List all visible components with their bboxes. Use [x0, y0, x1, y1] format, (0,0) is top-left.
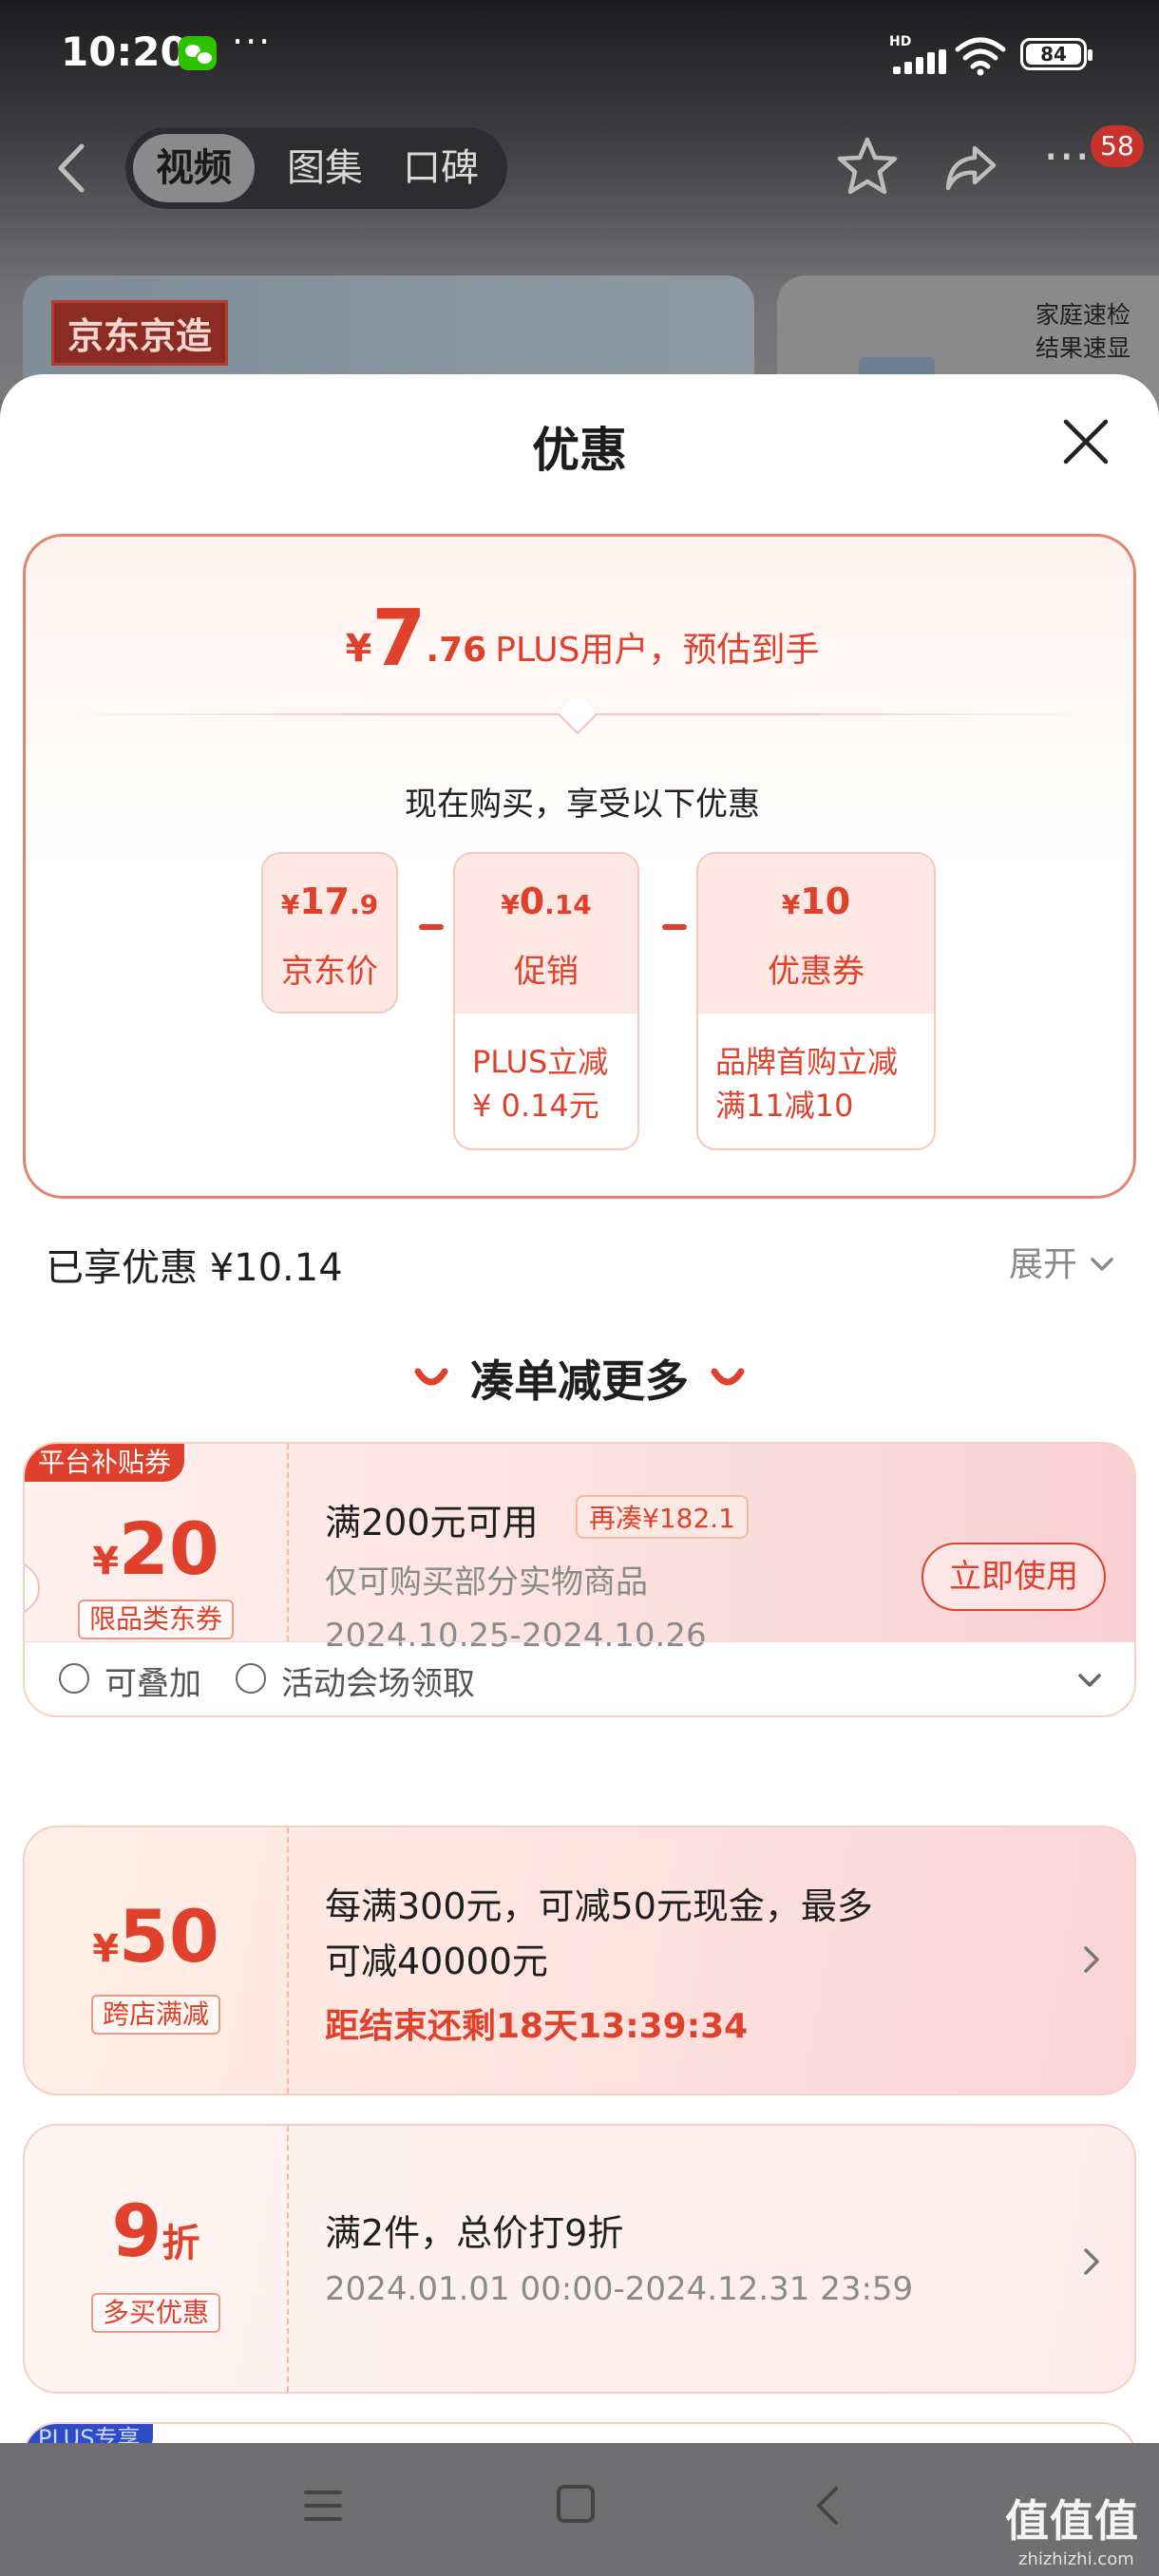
discount-rule-line-1: 每满300元，可减50元现金，最多 [325, 1885, 873, 1927]
chevron-right-icon[interactable] [1083, 2247, 1100, 2276]
battery-level: 84 [1026, 44, 1081, 65]
coupon-category-tag: 限品类东券 [77, 1600, 235, 1639]
stackable-icon [59, 1663, 89, 1694]
back-icon[interactable] [809, 2485, 847, 2527]
minus-sign [662, 924, 687, 930]
side-text-line-2: 结果速显 [1035, 334, 1130, 362]
enjoyed-discount-total: 已享优惠 ¥10.14 [46, 1246, 343, 1290]
price-estimate-card: ¥7.76 PLUS用户，预估到手 现在购买，享受以下优惠 ¥17.9 京东价 … [23, 534, 1136, 1199]
chevron-down-icon[interactable] [1089, 1256, 1115, 1273]
price-integer: 7 [371, 594, 427, 684]
price-note: PLUS用户，预估到手 [495, 631, 820, 670]
tab-gallery[interactable]: 图集 [268, 134, 382, 202]
battery-icon: 84 [1020, 38, 1092, 70]
home-icon[interactable] [557, 2485, 595, 2523]
media-tab-group: 视频 图集 口碑 [125, 127, 507, 209]
discount-rule-line-2: 可减40000元 [325, 1941, 548, 1982]
remaining-amount-badge: 再凑¥182.1 [576, 1495, 749, 1539]
platform-subsidy-ribbon: 平台补贴券 [25, 1444, 185, 1482]
platform-subsidy-coupon[interactable]: ¥20 限品类东券 满200元可用 再凑¥182.1 仅可购买部分实物商品 20… [23, 1442, 1136, 1717]
chip-value: ¥0.14 [501, 881, 592, 922]
coupon-chip: ¥10 优惠券 品牌首购立减 满11减10 [696, 852, 936, 1150]
use-now-button[interactable]: 立即使用 [922, 1543, 1106, 1611]
section-title: 凑单减更多 [470, 1355, 689, 1407]
chevron-down-icon[interactable] [1077, 1673, 1102, 1688]
coupon-amount: ¥20 [92, 1506, 219, 1591]
chevron-right-icon[interactable] [1083, 1945, 1100, 1974]
price-currency: ¥ [345, 627, 372, 671]
tab-reviews[interactable]: 口碑 [384, 134, 498, 202]
chip-label: 促销 [514, 953, 579, 991]
chip-description: 品牌首购立减 满11减10 [715, 1044, 899, 1124]
share-icon[interactable] [942, 139, 999, 196]
chip-label: 京东价 [281, 953, 378, 991]
chip-value: ¥10 [781, 881, 851, 922]
close-icon[interactable] [1062, 418, 1110, 465]
ticket-icon [236, 1663, 266, 1694]
notification-badge: 58 [1091, 125, 1144, 167]
coupon-stub: 9折 多买优惠 [25, 2126, 287, 2392]
multi-buy-discount[interactable]: 9折 多买优惠 满2件，总价打9折 2024.01.01 00:00-2024.… [23, 2124, 1136, 2394]
coupon-stub: ¥50 跨店满减 [25, 1828, 287, 2093]
coupon-amount: ¥50 [92, 1894, 219, 1979]
jd-price-chip: ¥17.9 京东价 [261, 852, 398, 1013]
discount-rule: 满2件，总价打9折 [325, 2212, 624, 2254]
coupon-category-tag: 跨店满减 [90, 1995, 221, 2035]
coupon-footer: 可叠加 活动会场领取 [25, 1641, 1134, 1715]
background-page: 10:20 ··· HD 84 视频 图集 口碑 ··· 58 京东京造 家庭速… [0, 0, 1159, 418]
coupon-category-tag: 多买优惠 [90, 2293, 221, 2333]
price-decimal: .76 [426, 631, 487, 670]
coupon-threshold: 满200元可用 [325, 1502, 539, 1544]
watermark-url: zhizhizhi.com [1018, 2549, 1134, 2569]
promotion-chip: ¥0.14 促销 PLUS立减 ¥ 0.14元 [453, 852, 639, 1150]
smile-decoration-icon [711, 1368, 745, 1386]
signal-icon [893, 49, 946, 74]
stackable-label: 可叠加 [104, 1665, 201, 1703]
breakdown-subtitle: 现在购买，享受以下优惠 [405, 786, 760, 824]
plus-exclusive-card[interactable]: PLUS专享 [23, 2422, 1136, 2443]
estimated-price: ¥7.76 PLUS用户，预估到手 [26, 594, 1139, 684]
claim-source-label: 活动会场领取 [281, 1665, 475, 1703]
sheet-title: 优惠 [532, 423, 627, 478]
recent-apps-icon[interactable] [304, 2489, 342, 2523]
side-text-line-1: 家庭速检 [1035, 301, 1130, 329]
status-time: 10:20 [61, 28, 188, 75]
wifi-icon [955, 37, 1006, 76]
tab-video[interactable]: 视频 [133, 134, 255, 202]
coupon-scope: 仅可购买部分实物商品 [325, 1563, 648, 1601]
coupon-amount: 9折 [111, 2188, 200, 2273]
watermark-logo: 值值值 [1005, 2495, 1139, 2547]
chip-label: 优惠券 [768, 953, 864, 991]
wechat-icon [179, 36, 217, 70]
minus-sign [419, 924, 444, 930]
countdown-text: 距结束还剩18天13:39:34 [325, 2007, 749, 2046]
brand-tag: 京东京造 [51, 300, 229, 366]
favorite-star-icon[interactable] [836, 135, 899, 198]
divider-notch [557, 693, 598, 735]
status-bar: 10:20 ··· HD 84 [0, 0, 1159, 104]
discount-sheet: 优惠 ¥7.76 PLUS用户，预估到手 现在购买，享受以下优惠 ¥17.9 京… [0, 374, 1159, 2443]
coupon-validity: 2024.01.01 00:00-2024.12.31 23:59 [325, 2270, 914, 2308]
side-product-text: 家庭速检 结果速显 [1036, 298, 1130, 365]
cross-store-discount[interactable]: ¥50 跨店满减 每满300元，可减50元现金，最多 可减40000元 距结束还… [23, 1826, 1136, 2095]
expand-button[interactable]: 展开 [1009, 1237, 1077, 1286]
system-nav-bar [0, 2443, 1159, 2576]
notification-more-icon: ··· [232, 21, 273, 63]
chip-description: PLUS立减 ¥ 0.14元 [472, 1044, 609, 1124]
back-arrow-icon[interactable] [49, 141, 97, 196]
plus-exclusive-ribbon: PLUS专享 [25, 2424, 154, 2443]
hd-label: HD [889, 34, 912, 49]
chip-value: ¥17.9 [280, 881, 379, 922]
